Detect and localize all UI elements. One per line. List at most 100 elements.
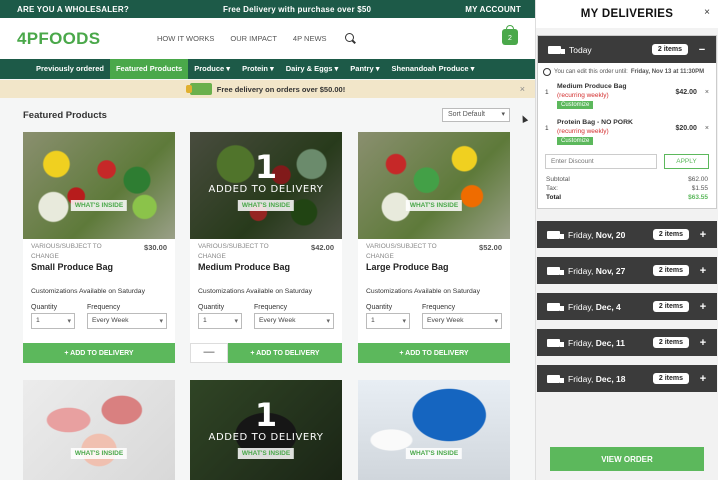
category-previously-ordered[interactable]: Previously ordered	[30, 59, 110, 79]
subtotal-row: Subtotal $62.00	[546, 175, 708, 184]
item-count-badge: 2 items	[651, 44, 688, 55]
quantity-label: Quantity	[366, 304, 393, 311]
product-meta: VARIOUS/SUBJECT TO CHANGE $30.00 Small P…	[23, 239, 175, 284]
item-price: $20.00	[675, 125, 697, 132]
category-shenandoah-produce[interactable]: Shenandoah Produce ▾	[386, 59, 481, 79]
delivery-date-value: Dec, 18	[595, 373, 626, 384]
sidebar-close-icon[interactable]: ×	[704, 7, 710, 18]
edit-note-prefix: You can edit this order until:	[554, 69, 628, 75]
discount-input[interactable]	[545, 154, 657, 169]
collapse-icon[interactable]: −	[698, 44, 706, 56]
remove-item-icon[interactable]: ×	[705, 119, 709, 151]
apply-discount-button[interactable]: APPLY	[664, 154, 709, 169]
add-to-delivery-button[interactable]: + ADD TO DELIVERY	[228, 343, 342, 363]
delivery-date: Friday, Dec, 4	[568, 302, 653, 312]
product-image[interactable]: WHAT'S INSIDE	[358, 132, 510, 239]
deliveries-sidebar: MY DELIVERIES × Today 2 items − You can …	[535, 0, 718, 480]
section-title: Featured Products	[23, 109, 107, 121]
quantity-select[interactable]: 1	[31, 313, 75, 329]
expand-icon[interactable]: +	[699, 301, 707, 313]
category-featured-products[interactable]: Featured Products	[109, 59, 189, 79]
product-card: WHAT'S INSIDE	[358, 380, 510, 480]
add-to-delivery-button[interactable]: + ADD TO DELIVERY	[23, 343, 175, 363]
frequency-select[interactable]: Every Week	[254, 313, 334, 329]
frequency-select[interactable]: Every Week	[422, 313, 502, 329]
whats-inside-button[interactable]: WHAT'S INSIDE	[237, 448, 295, 459]
tax-row: Tax: $1.55	[546, 184, 708, 193]
total-value: $63.55	[688, 194, 708, 201]
product-meta: VARIOUS/SUBJECT TO CHANGE $52.00 Large P…	[358, 239, 510, 284]
item-name: Protein Bag - NO PORK	[557, 119, 633, 126]
section-header: Featured Products Sort Default	[0, 98, 535, 132]
whats-inside-button[interactable]: WHAT'S INSIDE	[237, 200, 295, 211]
product-name[interactable]: Medium Produce Bag	[198, 262, 334, 273]
whats-inside-button[interactable]: WHAT'S INSIDE	[405, 448, 463, 459]
product-image[interactable]: 1 ADDED TO DELIVERY WHAT'S INSIDE	[190, 380, 342, 480]
add-to-delivery-button[interactable]: + ADD TO DELIVERY	[358, 343, 510, 363]
whats-inside-button[interactable]: WHAT'S INSIDE	[405, 200, 463, 211]
category-dairy-eggs[interactable]: Dairy & Eggs ▾	[280, 59, 345, 79]
nav-our-impact[interactable]: OUR IMPACT	[230, 34, 277, 43]
product-image[interactable]: WHAT'S INSIDE	[358, 380, 510, 480]
tax-label: Tax:	[546, 185, 558, 192]
category-produce[interactable]: Produce ▾	[188, 59, 236, 79]
item-qty: 1	[545, 89, 549, 96]
truck-icon	[547, 374, 564, 383]
logo[interactable]: 4PFOODS	[17, 29, 157, 49]
customize-button[interactable]: Customize	[557, 101, 594, 109]
quantity-group: Quantity 1	[198, 304, 242, 329]
expand-icon[interactable]: +	[699, 373, 707, 385]
added-count: 1	[254, 396, 278, 434]
banner-text: Free delivery on orders over $50.00!	[216, 84, 346, 94]
delivery-header[interactable]: Friday, Nov, 20 2 items +	[537, 221, 717, 248]
remove-item-icon[interactable]: ×	[705, 83, 709, 115]
wholesaler-link[interactable]: ARE YOU A WHOLESALER?	[17, 5, 129, 14]
quantity-group: Quantity 1	[366, 304, 410, 329]
expand-icon[interactable]: +	[699, 265, 707, 277]
options-row: Quantity 1 Frequency Every Week	[358, 304, 510, 329]
product-meta: VARIOUS/SUBJECT TO CHANGE $42.00 Medium …	[190, 239, 342, 284]
category-pantry[interactable]: Pantry ▾	[344, 59, 385, 79]
quantity-select[interactable]: 1	[366, 313, 410, 329]
frequency-group: Frequency Every Week	[422, 304, 502, 329]
view-order-button[interactable]: VIEW ORDER	[550, 447, 704, 471]
added-indicator: 1 ADDED TO DELIVERY	[190, 150, 342, 195]
delivery-header[interactable]: Friday, Dec, 4 2 items +	[537, 293, 717, 320]
delivery-header-today[interactable]: Today 2 items −	[538, 36, 716, 63]
customization-note: Customizations Available on Saturday	[366, 288, 480, 295]
product-image[interactable]: WHAT'S INSIDE	[23, 380, 175, 480]
expand-icon[interactable]: +	[699, 229, 707, 241]
delivery-header[interactable]: Friday, Nov, 27 2 items +	[537, 257, 717, 284]
item-count-badge: 2 items	[652, 337, 689, 348]
order-item: 1 Medium Produce Bag (recurring weekly) …	[538, 79, 716, 115]
frequency-select[interactable]: Every Week	[87, 313, 167, 329]
product-subtitle: VARIOUS/SUBJECT TO CHANGE	[31, 243, 102, 260]
delivery-header[interactable]: Friday, Dec, 11 2 items +	[537, 329, 717, 356]
product-image[interactable]: WHAT'S INSIDE	[23, 132, 175, 239]
delivery-header[interactable]: Friday, Dec, 18 2 items +	[537, 365, 717, 392]
expand-icon[interactable]: +	[699, 337, 707, 349]
whats-inside-button[interactable]: WHAT'S INSIDE	[70, 448, 128, 459]
product-name[interactable]: Small Produce Bag	[31, 262, 167, 273]
nav-4p-news[interactable]: 4P NEWS	[293, 34, 327, 43]
product-image[interactable]: 1 ADDED TO DELIVERY WHAT'S INSIDE	[190, 132, 342, 239]
quantity-select[interactable]: 1	[198, 313, 242, 329]
remove-one-button[interactable]: —	[190, 343, 228, 363]
total-row: Total $63.55	[546, 193, 708, 202]
my-account-link[interactable]: MY ACCOUNT	[465, 5, 521, 14]
main-nav: HOW IT WORKS OUR IMPACT 4P NEWS	[157, 32, 357, 45]
sort-select[interactable]: Sort Default	[442, 108, 510, 122]
product-name[interactable]: Large Produce Bag	[366, 262, 502, 273]
quantity-label: Quantity	[198, 304, 225, 311]
total-label: Total	[546, 194, 562, 201]
added-indicator: 1 ADDED TO DELIVERY	[190, 398, 342, 443]
customize-button[interactable]: Customize	[557, 137, 594, 145]
nav-how-it-works[interactable]: HOW IT WORKS	[157, 34, 214, 43]
cart-icon[interactable]: 2	[502, 25, 518, 45]
category-protein[interactable]: Protein ▾	[236, 59, 280, 79]
banner-close-icon[interactable]: ×	[520, 84, 525, 94]
product-card-medium-produce: 1 ADDED TO DELIVERY WHAT'S INSIDE VARIOU…	[190, 132, 342, 363]
search-icon[interactable]	[344, 32, 357, 45]
product-card: WHAT'S INSIDE	[23, 380, 175, 480]
whats-inside-button[interactable]: WHAT'S INSIDE	[70, 200, 128, 211]
